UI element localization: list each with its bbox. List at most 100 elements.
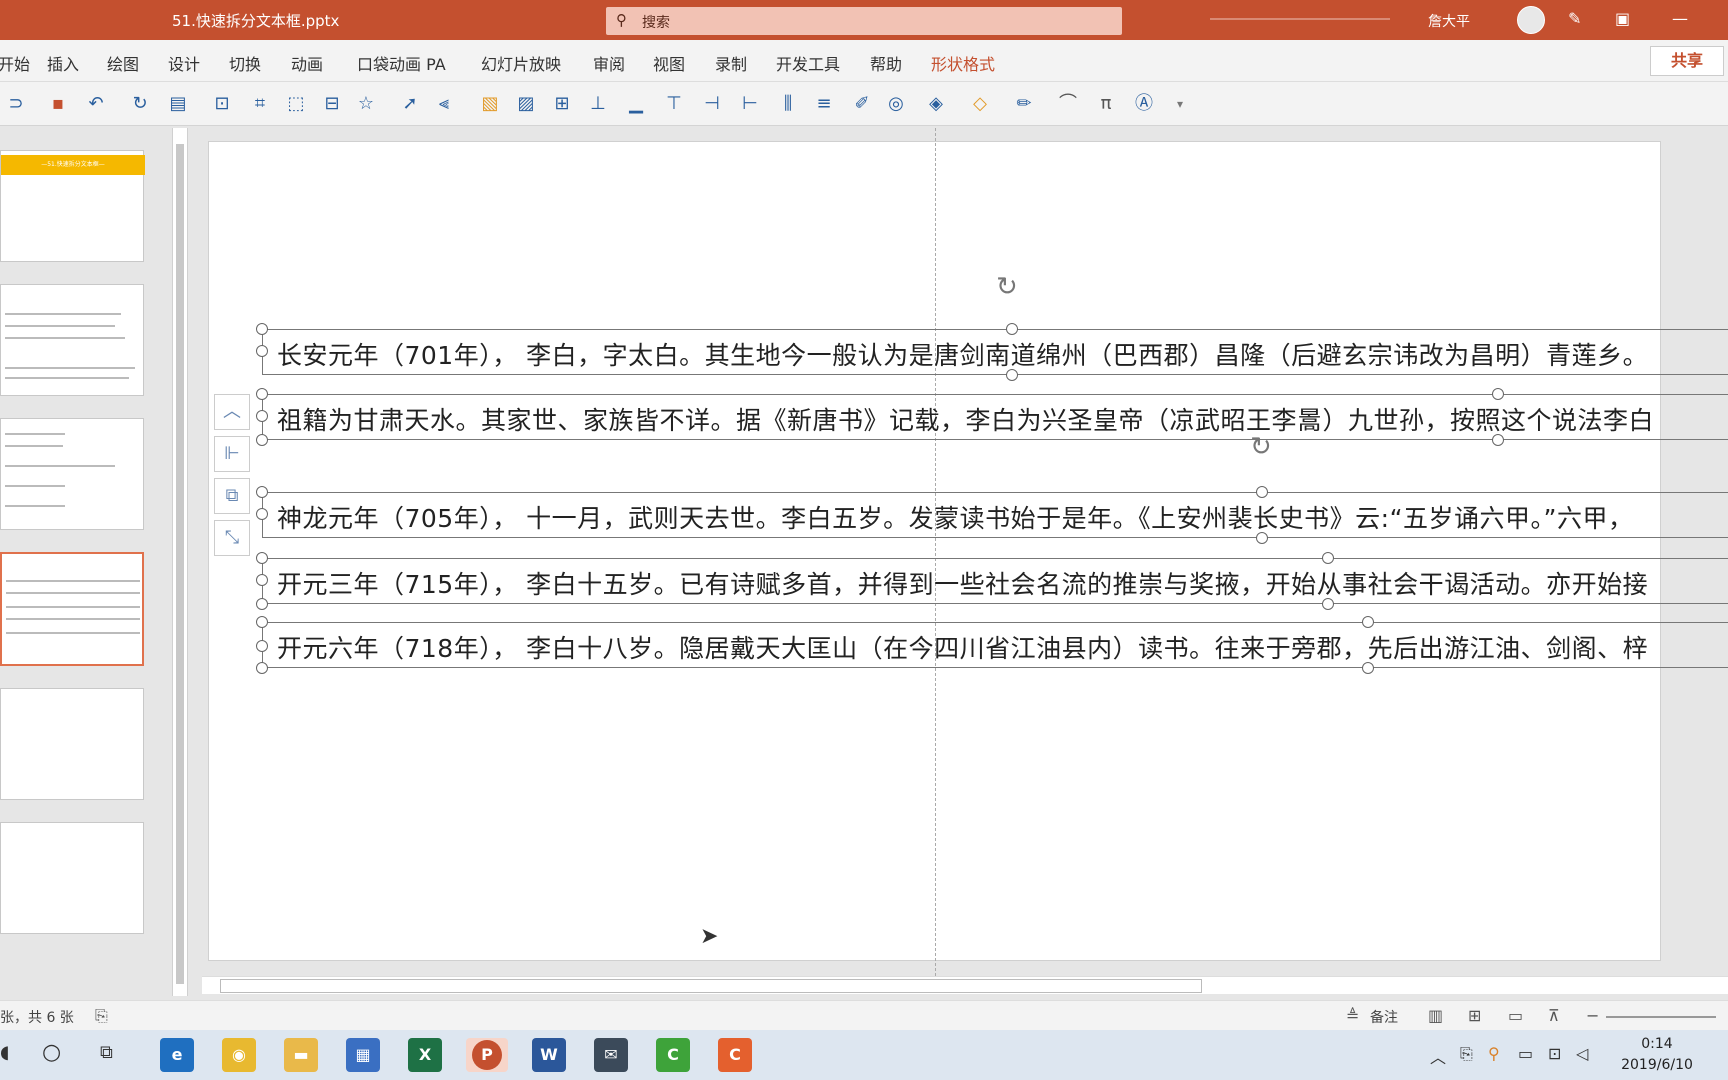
pi-icon[interactable]: π (1094, 92, 1118, 116)
edge-icon[interactable]: e (160, 1038, 194, 1072)
volume-icon[interactable]: ◁ (1576, 1044, 1588, 1063)
resize-handle[interactable] (256, 616, 268, 628)
format-painter-icon[interactable]: ✐ (850, 92, 874, 116)
layer-icon[interactable]: ⧉ (214, 478, 250, 514)
mail-icon[interactable]: ✉ (594, 1038, 628, 1072)
star-icon[interactable]: ☆ (354, 92, 378, 116)
group-icon[interactable]: ▧ (478, 92, 502, 116)
camtasia-green-icon[interactable]: C (656, 1038, 690, 1072)
store-icon[interactable]: ▦ (346, 1038, 380, 1072)
textbox-4[interactable]: 开元三年（715年）， 李白十五岁。已有诗赋多首，并得到一些社会名流的推崇与奖掖… (262, 558, 1728, 604)
minimize-icon[interactable]: — (1672, 9, 1688, 28)
textbox-2[interactable]: 祖籍为甘肃天水。其家世、家族皆不详。据《新唐书》记载，李白为兴圣皇帝（凉武昭王李… (262, 394, 1728, 440)
search-box[interactable]: ⚲ 搜索 (606, 7, 1122, 35)
paperclip-icon[interactable]: ⎘ (1460, 1044, 1473, 1064)
network-icon[interactable]: ⊡ (1548, 1044, 1561, 1063)
tab-review[interactable]: 审阅 (593, 51, 625, 75)
slide-thumbnail-5[interactable] (0, 688, 144, 800)
resize-handle[interactable] (1362, 616, 1374, 628)
search-tray-icon[interactable]: ⚲ (1488, 1044, 1500, 1063)
collapse-icon[interactable]: ︿ (214, 394, 250, 430)
resize-handle[interactable] (256, 486, 268, 498)
resize-handle[interactable] (1256, 486, 1268, 498)
align-center-icon[interactable]: ⊥ (586, 92, 610, 116)
pen-icon[interactable]: ✎ (1568, 9, 1581, 28)
start-icon[interactable]: ◖ (0, 1042, 9, 1063)
textbox-1[interactable]: 长安元年（701年）， 李白，字太白。其生地今一般认为是唐剑南道绵州（巴西郡）昌… (262, 329, 1728, 375)
textbox-5[interactable]: 开元六年（718年）， 李白十八岁。隐居戴天大匡山（在今四川省江油县内）读书。往… (262, 622, 1728, 668)
tab-design[interactable]: 设计 (168, 51, 200, 75)
ribbon-display-icon[interactable]: ▣ (1615, 9, 1630, 28)
tab-record[interactable]: 录制 (715, 51, 747, 75)
undo-icon[interactable]: ↶ (84, 92, 108, 116)
resize-handle[interactable] (1492, 388, 1504, 400)
align-top-icon[interactable]: ⊤ (662, 92, 686, 116)
tab-help[interactable]: 帮助 (870, 51, 902, 75)
file-explorer-icon[interactable]: ▬ (284, 1038, 318, 1072)
tab-shape-format[interactable]: 形状格式 (931, 51, 995, 75)
align-right-icon[interactable]: ⊣ (700, 92, 724, 116)
align-left-edge-icon[interactable]: ⊢ (738, 92, 762, 116)
align-bottom-icon[interactable]: ▁ (624, 92, 648, 116)
resize-handle[interactable] (256, 323, 268, 335)
distribute-v-icon[interactable]: ≡ (812, 92, 836, 116)
rotate-handle-icon[interactable]: ↻ (1250, 432, 1272, 462)
resize-handle[interactable] (256, 552, 268, 564)
normal-view-icon[interactable]: ▥ (1428, 1006, 1443, 1025)
tab-insert[interactable]: 插入 (47, 51, 79, 75)
textbox-3[interactable]: 神龙元年（705年）， 十一月，武则天去世。李白五岁。发蒙读书始于是年。《上安州… (262, 492, 1728, 538)
camtasia-orange-icon[interactable]: C (718, 1038, 752, 1072)
resize-handle[interactable] (1322, 598, 1334, 610)
distribute-icon[interactable]: ⊞ (550, 92, 574, 116)
resize-handle[interactable] (256, 598, 268, 610)
tray-expand-icon[interactable]: ︿ (1430, 1044, 1446, 1068)
shape-fill-icon[interactable]: ◈ (924, 92, 948, 116)
slide-thumbnail-2[interactable] (0, 284, 144, 396)
tab-transitions[interactable]: 切换 (229, 51, 261, 75)
task-view-icon[interactable]: ⧉ (100, 1042, 113, 1063)
tab-slideshow[interactable]: 幻灯片放映 (481, 51, 561, 75)
distribute-h-icon[interactable]: ⫼ (776, 92, 800, 116)
resize-handle[interactable] (256, 410, 268, 422)
resize-handle[interactable] (1492, 434, 1504, 446)
resize-handle[interactable] (256, 640, 268, 652)
scrollbar-thumb[interactable] (176, 144, 184, 984)
slideshow-icon[interactable]: ⊼ (1548, 1006, 1560, 1025)
powerpoint-taskbar-button[interactable]: P (466, 1038, 508, 1072)
select-icon[interactable]: ⬚ (284, 92, 308, 116)
slide-thumbnail-4[interactable] (0, 552, 144, 666)
resize-handle[interactable] (1256, 532, 1268, 544)
notes-icon[interactable]: ≜ (1346, 1006, 1359, 1025)
curve-icon[interactable]: ⌒ (1056, 92, 1080, 116)
tab-view[interactable]: 视图 (653, 51, 685, 75)
thumbnail-scrollbar[interactable] (172, 128, 188, 996)
slide-thumbnail-1[interactable]: —51.快速拆分文本框— (0, 150, 145, 262)
tab-animations[interactable]: 动画 (291, 51, 323, 75)
resize-handle[interactable] (256, 574, 268, 586)
slide-thumbnail-3[interactable] (0, 418, 144, 530)
tab-pocket-animation[interactable]: 口袋动画 PA (357, 51, 446, 75)
resize-handle[interactable] (1322, 552, 1334, 564)
new-slide-icon[interactable]: ▤ (166, 92, 190, 116)
tab-home[interactable]: 开始 (0, 51, 30, 75)
notes-button[interactable]: 备注 (1370, 1007, 1398, 1027)
resize-handle[interactable] (1006, 323, 1018, 335)
pointer-icon[interactable]: ➚ (398, 92, 422, 116)
scrollbar-thumb[interactable] (220, 979, 1202, 993)
resize-handle[interactable] (256, 345, 268, 357)
excel-icon[interactable]: X (408, 1038, 442, 1072)
cortana-icon[interactable]: ○ (42, 1040, 61, 1065)
accessibility-icon[interactable]: ⎘ (95, 1006, 108, 1026)
textbox-icon[interactable]: Ⓐ (1132, 92, 1156, 116)
chrome-icon[interactable]: ◉ (222, 1038, 256, 1072)
resize-handle[interactable] (256, 662, 268, 674)
resize-handle[interactable] (256, 434, 268, 446)
rotate-handle-icon[interactable]: ↻ (996, 272, 1018, 302)
resize-handle[interactable] (1362, 662, 1374, 674)
share-button[interactable]: 共享 (1650, 46, 1724, 76)
merge-shapes-icon[interactable]: ◎ (884, 92, 908, 116)
align-tool-icon[interactable]: ⊟ (320, 92, 344, 116)
align-left-icon[interactable]: ⫷ (432, 92, 456, 116)
reading-view-icon[interactable]: ▭ (1508, 1006, 1523, 1025)
zoom-slider[interactable] (1606, 1016, 1716, 1018)
